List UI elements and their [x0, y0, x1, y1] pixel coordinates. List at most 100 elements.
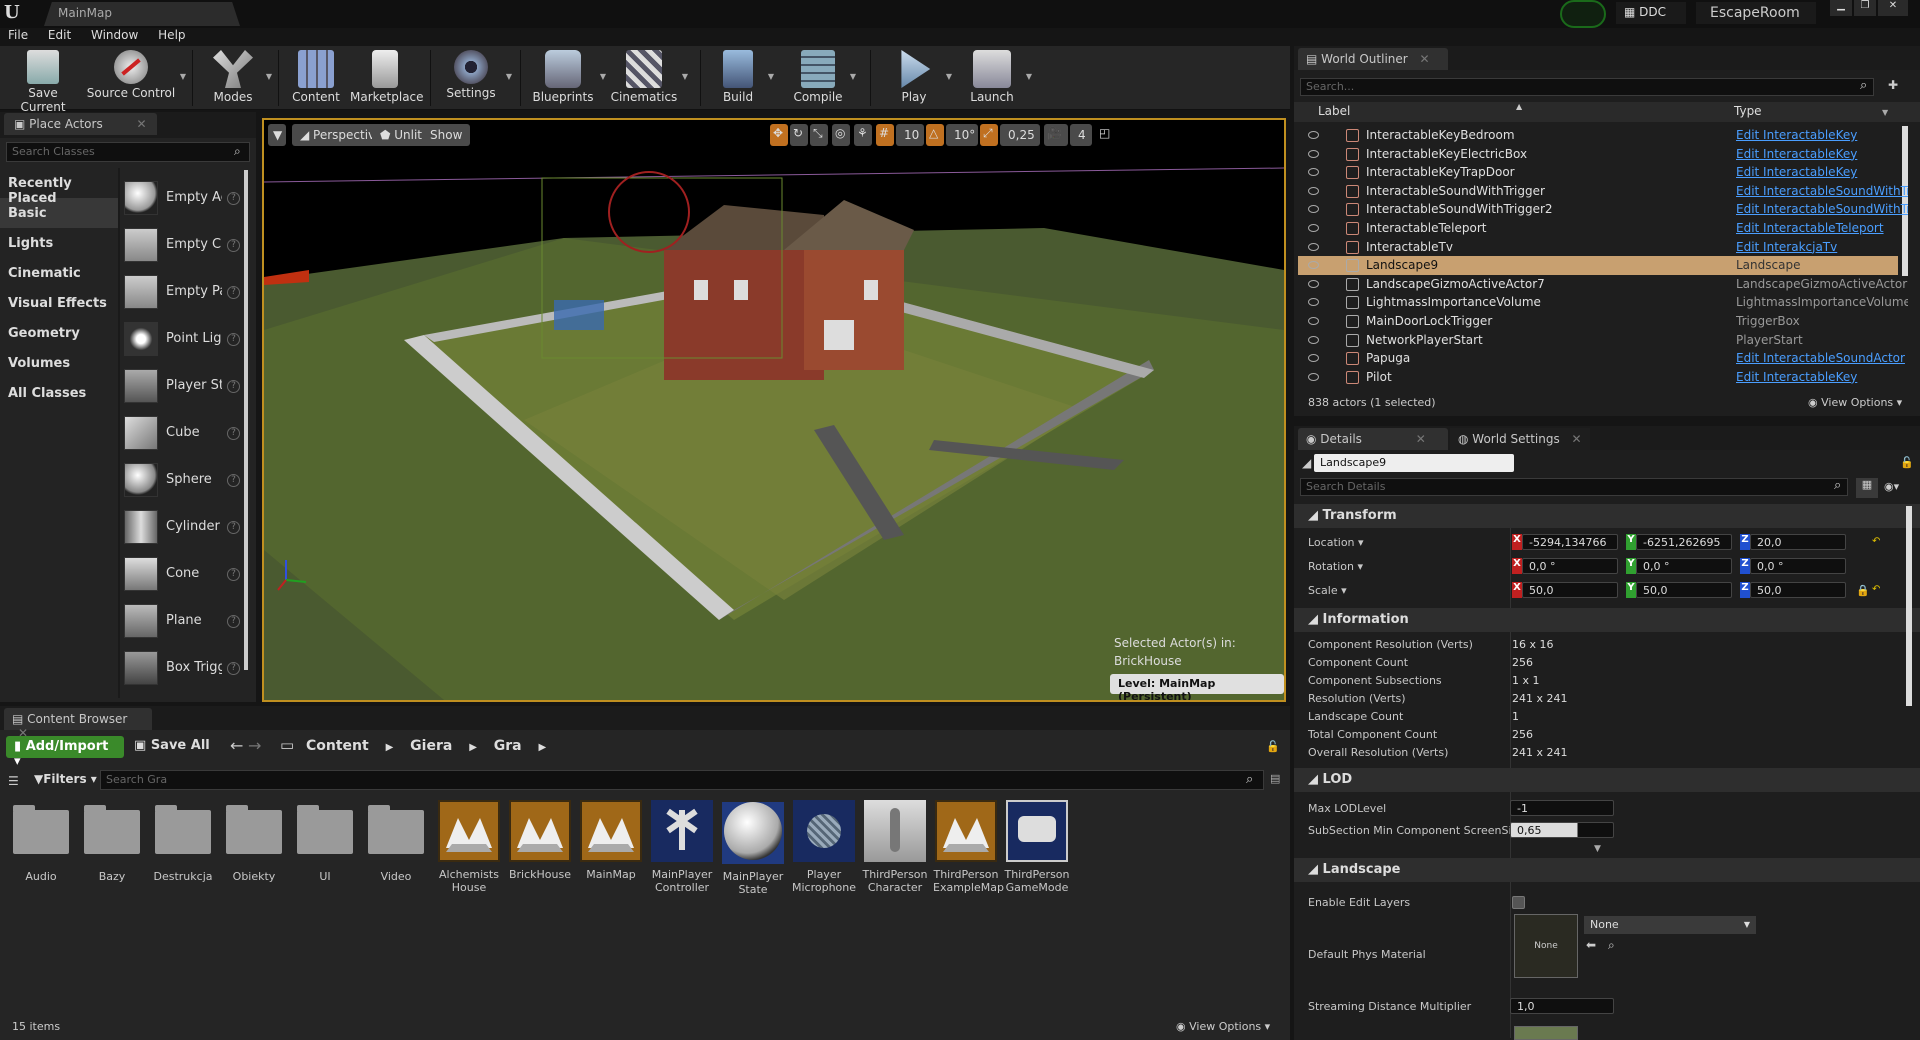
help-icon[interactable]: ? — [227, 521, 240, 534]
close-tab-icon[interactable]: ✕ — [137, 117, 147, 131]
lock-icon[interactable]: 🔓 — [1900, 456, 1914, 469]
folder-item[interactable]: Obiekty — [221, 800, 287, 883]
menu-help[interactable]: Help — [158, 28, 185, 42]
outliner-row[interactable]: InteractableTv Edit InterakcjaTv — [1298, 238, 1898, 257]
scale-snap-value[interactable]: 0,25 — [1000, 124, 1040, 146]
blueprints-button[interactable]: Blueprints ▼ — [530, 50, 606, 104]
use-selected-arrow-icon[interactable]: ⬅ — [1586, 938, 1596, 952]
menu-window[interactable]: Window — [91, 28, 138, 42]
visibility-eye-icon[interactable] — [1308, 224, 1319, 232]
outliner-row[interactable]: InteractableKeyBedroom Edit InteractableK… — [1298, 126, 1898, 145]
scale-x-field[interactable]: 50,0 — [1522, 582, 1618, 598]
blueprints-dropdown-icon[interactable]: ▼ — [600, 72, 606, 81]
outliner-row[interactable]: InteractableTeleport Edit InteractableTel… — [1298, 219, 1898, 238]
visibility-eye-icon[interactable] — [1308, 186, 1319, 195]
outliner-row-type[interactable]: Edit InteractableTeleport — [1736, 221, 1908, 235]
visibility-eye-icon[interactable] — [1308, 372, 1319, 381]
folder-item[interactable]: Destrukcja — [150, 800, 216, 883]
folder-item[interactable]: UI — [292, 800, 358, 883]
location-label[interactable]: Location ▾ — [1308, 536, 1364, 549]
outliner-row-type[interactable]: Edit InteractableKey — [1736, 128, 1908, 142]
modes-button[interactable]: Modes ▼ — [204, 50, 272, 104]
help-icon[interactable]: ? — [227, 474, 240, 487]
category-cinematic[interactable]: Cinematic — [0, 258, 118, 288]
visibility-options-icon[interactable]: ◉▾ — [1884, 480, 1899, 493]
world-local-icon[interactable]: ◎ — [832, 124, 850, 146]
browse-icon[interactable]: ⌕ — [1608, 938, 1615, 953]
build-dropdown-icon[interactable]: ▼ — [768, 72, 774, 81]
scale-lock-icon[interactable]: 🔒 — [1856, 584, 1870, 597]
visibility-eye-icon[interactable] — [1308, 261, 1319, 270]
landscape-section[interactable]: ◢ Landscape — [1294, 858, 1920, 882]
rotation-snap-icon[interactable]: △ — [926, 124, 944, 146]
actor-item[interactable]: Cone? — [124, 554, 242, 596]
help-icon[interactable]: ? — [227, 380, 240, 393]
forward-arrow-icon[interactable]: → — [248, 736, 261, 755]
visibility-eye-icon[interactable] — [1308, 205, 1319, 214]
world-outliner-tab[interactable]: ▤ World Outliner ✕ — [1298, 48, 1448, 70]
rotation-snap-value[interactable]: 10° — [946, 124, 978, 146]
outliner-search-input[interactable]: Search... — [1300, 78, 1874, 96]
phys-material-thumbnail[interactable]: None — [1514, 914, 1578, 978]
asset-item[interactable]: ThirdPerson GameMode — [1004, 800, 1070, 894]
outliner-row-type[interactable]: Edit InteractableSoundWithTr — [1736, 202, 1908, 216]
show-button[interactable]: Show — [422, 124, 471, 146]
settings-button[interactable]: Settings ▼ — [440, 50, 512, 100]
subsection-slider[interactable]: 0,65 — [1510, 822, 1614, 838]
camera-speed-value[interactable]: 4 — [1070, 124, 1092, 146]
play-button[interactable]: Play ▼ — [886, 50, 952, 104]
actor-item[interactable]: Plane? — [124, 601, 242, 643]
asset-item[interactable]: BrickHouse — [507, 800, 573, 881]
asset-item[interactable]: MainPlayer State — [720, 800, 786, 896]
camera-speed-icon[interactable]: 🎥 — [1044, 124, 1068, 146]
close-tab-icon[interactable]: ✕ — [1420, 52, 1430, 66]
help-icon[interactable]: ? — [227, 662, 240, 675]
reset-scale-icon[interactable]: ↶ — [1872, 584, 1880, 595]
scale-tool-icon[interactable]: ⤡ — [810, 124, 828, 146]
outliner-row[interactable]: Landscape9 Landscape — [1298, 256, 1898, 276]
asset-item[interactable]: MainMap — [578, 800, 644, 881]
ddc-indicator[interactable]: ▦ DDC — [1616, 2, 1686, 24]
outliner-row[interactable]: InteractableSoundWithTrigger2 Edit Intera… — [1298, 200, 1908, 219]
details-tab[interactable]: ◉ Details ✕ — [1298, 428, 1448, 450]
folder-item[interactable]: Video — [363, 800, 429, 883]
outliner-row-type[interactable]: Edit InteractableKey — [1736, 370, 1908, 384]
folder-item[interactable]: Audio — [8, 800, 74, 883]
menu-file[interactable]: File — [8, 28, 28, 42]
property-matrix-icon[interactable]: ▦ — [1856, 478, 1878, 498]
category-volumes[interactable]: Volumes — [0, 348, 118, 378]
source-control-dropdown-icon[interactable]: ▼ — [180, 72, 186, 81]
scale-label[interactable]: Scale ▾ — [1308, 584, 1347, 597]
actor-name-field[interactable]: Landscape9 — [1314, 454, 1514, 472]
content-browser-tab[interactable]: ▤ Content Browser ✕ — [4, 708, 152, 740]
outliner-row[interactable]: Pilot Edit InteractableKey — [1298, 368, 1898, 387]
search-assets-input[interactable]: Search Gra — [100, 770, 1264, 790]
breadcrumb-gra[interactable]: Gra — [494, 738, 522, 754]
category-all-classes[interactable]: All Classes — [0, 378, 118, 408]
asset-item[interactable]: ThirdPerson Character — [862, 800, 928, 894]
visibility-eye-icon[interactable] — [1308, 168, 1319, 177]
content-button[interactable]: Content — [290, 50, 342, 104]
max-lod-field[interactable]: -1 — [1510, 800, 1614, 816]
actor-item[interactable]: Box Trigger? — [124, 648, 242, 690]
actor-list-scrollbar[interactable] — [244, 170, 248, 670]
asset-item[interactable]: MainPlayer Controller — [649, 800, 715, 894]
world-settings-tab[interactable]: ◍ World Settings ✕ — [1450, 428, 1590, 450]
folder-item[interactable]: Bazy — [79, 800, 145, 883]
breadcrumb-content[interactable]: Content — [306, 738, 369, 754]
rotation-y-field[interactable]: 0,0 ° — [1636, 558, 1732, 574]
close-button[interactable]: ✕ — [1878, 0, 1908, 16]
category-visual-effects[interactable]: Visual Effects — [0, 288, 118, 318]
visibility-eye-icon[interactable] — [1308, 131, 1319, 139]
surface-snap-icon[interactable]: ⚘ — [854, 124, 872, 146]
maximize-button[interactable]: ❐ — [1854, 0, 1876, 16]
visibility-eye-icon[interactable] — [1308, 149, 1319, 158]
launch-button[interactable]: Launch ▼ — [962, 50, 1032, 104]
viewport-options-button[interactable]: ▼ — [268, 124, 286, 146]
visibility-eye-icon[interactable] — [1308, 354, 1319, 363]
location-x-field[interactable]: -5294,134766 — [1522, 534, 1618, 550]
notification-icon[interactable] — [1560, 0, 1606, 28]
rotate-tool-icon[interactable]: ↻ — [790, 124, 808, 146]
outliner-view-options-button[interactable]: ◉ View Options ▾ — [1808, 396, 1902, 409]
outliner-row[interactable]: LandscapeGizmoActiveActor7 LandscapeGizmo… — [1298, 275, 1907, 294]
